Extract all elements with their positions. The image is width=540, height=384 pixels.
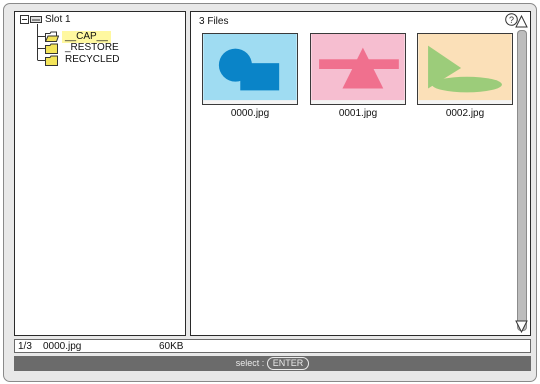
- file-count: 3 Files: [199, 16, 229, 27]
- footer-hint-bar: select : ENTER: [14, 356, 531, 371]
- scrollbar-thumb[interactable]: [517, 30, 527, 331]
- thumbnail-0001[interactable]: [310, 33, 406, 105]
- thumbnail-label: 0001.jpg: [338, 108, 378, 119]
- enter-key-badge: ENTER: [266, 357, 310, 370]
- folder-tree-pane: Slot 1 __CAP__ _RESTORE RECYCLED: [14, 11, 186, 336]
- tree-folder-label: _RESTORE: [65, 42, 119, 53]
- file-list-pane: 3 Files ? 0000.jpg 0001.jpg 0002.jpg: [190, 11, 531, 336]
- thumbnail-0000[interactable]: [202, 33, 298, 105]
- thumbnail-image: [203, 34, 297, 104]
- thumbnail-image: [311, 34, 405, 104]
- folder-icon: [45, 55, 58, 66]
- tree-folder-restore[interactable]: _RESTORE: [62, 42, 122, 54]
- status-bar: 1/3 0000.jpg 60KB: [14, 339, 531, 353]
- thumbnail-image: [418, 34, 512, 104]
- thumbnail-label: 0000.jpg: [230, 108, 270, 119]
- scroll-down-icon[interactable]: [515, 320, 528, 333]
- status-filename: 0000.jpg: [43, 341, 82, 352]
- tree-folder-recycled[interactable]: RECYCLED: [62, 54, 122, 66]
- select-hint-label: select :: [235, 358, 265, 368]
- scroll-up-icon[interactable]: [515, 15, 528, 28]
- folder-open-icon: [45, 31, 59, 42]
- thumbnail-0002[interactable]: [417, 33, 513, 105]
- svg-text:?: ?: [509, 15, 514, 25]
- tree-folder-label: RECYCLED: [65, 54, 120, 65]
- status-filesize: 60KB: [159, 341, 184, 352]
- thumbnail-label: 0002.jpg: [445, 108, 485, 119]
- folder-icon: [45, 43, 58, 54]
- status-position: 1/3: [18, 341, 32, 352]
